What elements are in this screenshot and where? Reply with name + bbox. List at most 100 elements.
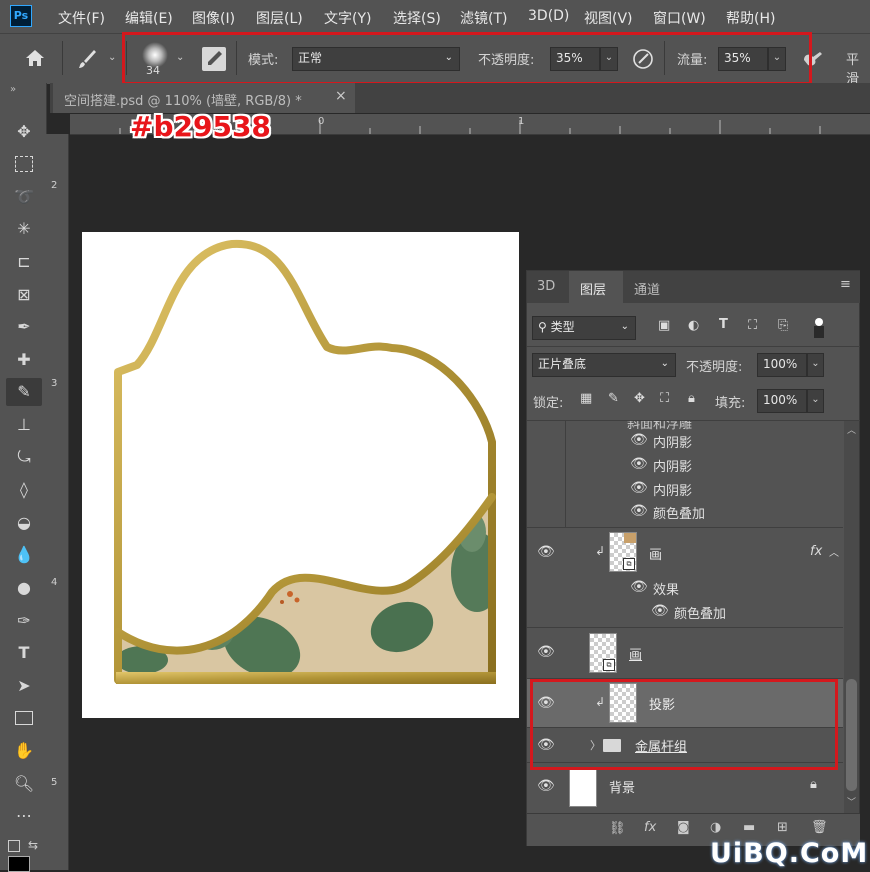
chevron-up-icon[interactable]: ︿ <box>829 544 839 559</box>
magic-wand-tool-icon[interactable]: ✳ <box>12 218 36 240</box>
rectangle-tool-icon[interactable] <box>12 707 36 729</box>
panel-tab-bar: 3D 图层 通道 ≡ <box>527 271 860 303</box>
hand-tool-icon[interactable]: ✋ <box>12 740 36 762</box>
blend-mode-dropdown[interactable]: 正片叠底 ⌄ <box>532 353 676 377</box>
history-brush-tool-icon[interactable]: ⤿ <box>12 446 36 468</box>
default-colors-icon[interactable] <box>8 840 20 852</box>
eye-icon[interactable]: 👁︎ <box>537 644 555 660</box>
close-tab-icon[interactable]: × <box>335 88 347 104</box>
lock-position-icon[interactable]: ✥ <box>634 391 645 406</box>
eye-icon[interactable]: 👁︎ <box>630 432 648 448</box>
link-layers-icon[interactable]: ⛓ <box>609 821 626 836</box>
document-canvas[interactable] <box>82 232 519 718</box>
new-layer-icon[interactable]: ⊞ <box>777 820 788 835</box>
tab-3d[interactable]: 3D <box>537 279 555 294</box>
effect-inner-shadow[interactable]: 内阴影 <box>653 480 692 499</box>
scrollbar-thumb[interactable] <box>846 679 857 791</box>
more-tools-icon[interactable]: ⋯ <box>12 805 36 827</box>
layer-row-hua[interactable]: 👁︎ ⧉ 画 <box>527 628 843 678</box>
filter-pixel-icon[interactable]: ▣ <box>658 318 670 333</box>
lock-transparent-icon[interactable]: ▦ <box>580 391 592 406</box>
brush-tool-icon[interactable]: ✎ <box>12 381 36 403</box>
layer-name[interactable]: 背景 <box>609 777 635 796</box>
filter-shape-icon[interactable]: ⛶ <box>748 318 757 333</box>
lock-all-icon[interactable]: 🔒︎ <box>688 391 695 406</box>
menu-view[interactable]: 视图(V) <box>584 8 633 28</box>
effect-inner-shadow[interactable]: 内阴影 <box>653 432 692 451</box>
effect-color-overlay[interactable]: 颜色叠加 <box>674 603 726 622</box>
menu-help[interactable]: 帮助(H) <box>726 8 775 28</box>
add-mask-icon[interactable]: ◙ <box>677 820 690 835</box>
eye-icon[interactable]: 👁︎ <box>630 579 648 595</box>
fill-input[interactable]: 100% <box>757 389 807 413</box>
filter-toggle-icon[interactable] <box>815 318 823 326</box>
tab-layers[interactable]: 图层 <box>569 271 623 303</box>
lock-image-icon[interactable]: ✎ <box>608 391 619 406</box>
layer-name[interactable]: 画 <box>629 644 642 663</box>
scroll-up-icon[interactable]: ︿ <box>847 423 856 436</box>
adjustment-layer-icon[interactable]: ◑ <box>710 820 721 835</box>
effect-color-overlay[interactable]: 颜色叠加 <box>653 503 705 522</box>
eyedropper-tool-icon[interactable]: ✒ <box>12 316 36 338</box>
document-tab[interactable]: 空间搭建.psd @ 110% (墙壁, RGB/8) * × <box>53 83 355 113</box>
layer-name[interactable]: 画 <box>649 544 662 563</box>
eye-icon[interactable]: 👁︎ <box>537 544 555 560</box>
layer-filter-dropdown[interactable]: ⚲ 类型 ⌄ <box>532 316 636 340</box>
zoom-tool-icon[interactable]: 🔍︎ <box>12 773 36 795</box>
menu-file[interactable]: 文件(F) <box>58 8 105 28</box>
blur-tool-icon[interactable]: 💧 <box>12 544 36 566</box>
add-style-icon[interactable]: fx <box>644 820 656 835</box>
path-selection-tool-icon[interactable]: ➤ <box>12 675 36 697</box>
layer-row-background[interactable]: 👁︎ 背景 🔒︎ <box>527 763 843 811</box>
crop-tool-icon[interactable]: ⊏ <box>12 251 36 273</box>
home-icon[interactable] <box>22 45 48 71</box>
swap-colors-icon[interactable]: ⇆ <box>28 838 38 852</box>
dodge-tool-icon[interactable]: ● <box>12 577 36 599</box>
type-tool-icon[interactable]: T <box>12 642 36 664</box>
eraser-tool-icon[interactable]: ◊ <box>12 479 36 501</box>
filter-adjustment-icon[interactable]: ◐ <box>688 318 699 333</box>
fx-badge[interactable]: fx <box>810 544 822 559</box>
menu-3d[interactable]: 3D(D) <box>528 8 569 24</box>
brush-tool-icon[interactable] <box>74 46 100 72</box>
tab-channels[interactable]: 通道 <box>634 279 660 298</box>
healing-brush-tool-icon[interactable]: ✚ <box>12 349 36 371</box>
panel-scrollbar[interactable]: ︿ ﹀ <box>844 421 859 813</box>
paint-bucket-tool-icon[interactable]: ◒ <box>12 512 36 534</box>
menu-filter[interactable]: 滤镜(T) <box>460 8 507 28</box>
eye-icon[interactable]: 👁︎ <box>537 778 555 794</box>
effect-inner-shadow[interactable]: 内阴影 <box>653 456 692 475</box>
panel-menu-icon[interactable]: ≡ <box>840 277 851 292</box>
menu-image[interactable]: 图像(I) <box>192 8 235 28</box>
menu-layer[interactable]: 图层(L) <box>256 8 303 28</box>
chevron-down-icon[interactable]: ⌄ <box>108 52 116 63</box>
eye-icon[interactable]: 👁︎ <box>651 603 669 619</box>
filter-type-icon[interactable]: T <box>719 317 728 332</box>
effect-row-partial: 斜面和浮雕 <box>627 421 693 432</box>
menu-window[interactable]: 窗口(W) <box>653 8 706 28</box>
layer-opacity-input[interactable]: 100% <box>757 353 807 377</box>
stamp-tool-icon[interactable]: ⊥ <box>12 414 36 436</box>
menu-edit[interactable]: 编辑(E) <box>125 8 173 28</box>
pen-tool-icon[interactable]: ✑ <box>12 610 36 632</box>
eye-icon[interactable]: 👁︎ <box>630 503 648 519</box>
layer-opacity-chevron-icon[interactable]: ⌄ <box>807 353 824 377</box>
marquee-tool-icon[interactable] <box>12 153 36 175</box>
eye-icon[interactable]: 👁︎ <box>630 480 648 496</box>
search-icon: ⚲ <box>538 320 547 334</box>
move-tool-icon[interactable]: ✥ <box>12 121 36 143</box>
lock-artboard-icon[interactable]: ⛶ <box>660 391 669 406</box>
layer-thumbnail: ⧉ <box>589 633 617 673</box>
scroll-down-icon[interactable]: ﹀ <box>847 795 856 808</box>
layer-row-hua-fx[interactable]: 👁︎ ↲ ⧉ 画 fx ︿ <box>527 528 843 576</box>
filter-smart-object-icon[interactable]: ⎘ <box>778 318 788 333</box>
menu-select[interactable]: 选择(S) <box>393 8 441 28</box>
new-group-icon[interactable]: ▬ <box>743 820 755 835</box>
frame-tool-icon[interactable]: ⊠ <box>12 284 36 306</box>
eye-icon[interactable]: 👁︎ <box>630 456 648 472</box>
fill-chevron-icon[interactable]: ⌄ <box>807 389 824 413</box>
lasso-tool-icon[interactable]: ➰ <box>12 186 36 208</box>
expand-icon[interactable]: » <box>10 84 16 95</box>
delete-layer-icon[interactable]: 🗑︎ <box>811 820 828 835</box>
menu-type[interactable]: 文字(Y) <box>324 8 371 28</box>
